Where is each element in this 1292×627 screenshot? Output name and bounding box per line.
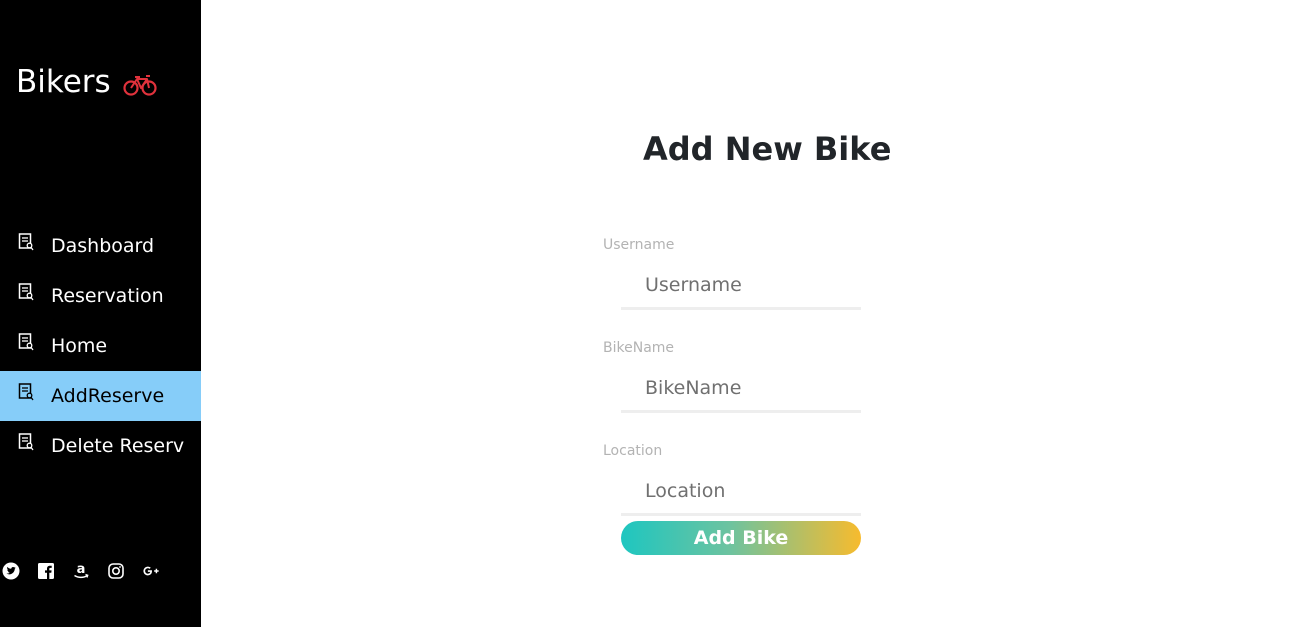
sidebar: Bikers Dashboard Reservation Home AddRes… (0, 0, 201, 627)
svg-text:a: a (77, 562, 86, 577)
sidebar-item-label: Dashboard (51, 235, 155, 257)
brand-title: Bikers (16, 64, 111, 100)
sidebar-item-reservation[interactable]: Reservation (0, 271, 201, 321)
sidebar-item-dashboard[interactable]: Dashboard (0, 221, 201, 271)
document-icon (18, 283, 34, 301)
amazon-icon[interactable]: a (72, 562, 90, 580)
document-icon (18, 433, 34, 451)
add-bike-button[interactable]: Add Bike (621, 521, 861, 555)
sidebar-item-addreserve[interactable]: AddReserve (0, 371, 201, 421)
facebook-icon[interactable] (37, 562, 55, 580)
sidebar-item-delete-reserv[interactable]: Delete Reserv (0, 421, 201, 471)
username-input[interactable] (621, 262, 861, 310)
instagram-icon[interactable] (107, 562, 125, 580)
document-icon (18, 233, 34, 251)
sidebar-item-label: AddReserve (51, 385, 165, 407)
location-label: Location (603, 443, 663, 459)
sidebar-item-label: Reservation (51, 285, 164, 307)
location-input[interactable] (621, 468, 861, 516)
twitter-icon[interactable] (2, 562, 20, 580)
sidebar-item-label: Home (51, 335, 108, 357)
sidebar-item-label: Delete Reserv (51, 435, 185, 457)
document-icon (18, 333, 34, 351)
bikename-input[interactable] (621, 365, 861, 413)
page-title: Add New Bike (643, 130, 892, 168)
username-label: Username (603, 237, 675, 253)
sidebar-nav: Dashboard Reservation Home AddReserve De… (0, 221, 201, 471)
brand[interactable]: Bikers (16, 64, 157, 100)
google-plus-icon[interactable] (142, 562, 160, 580)
bicycle-icon (123, 75, 157, 96)
document-icon (18, 383, 34, 401)
social-links: a (2, 562, 160, 580)
bikename-label: BikeName (603, 340, 675, 356)
sidebar-item-home[interactable]: Home (0, 321, 201, 371)
